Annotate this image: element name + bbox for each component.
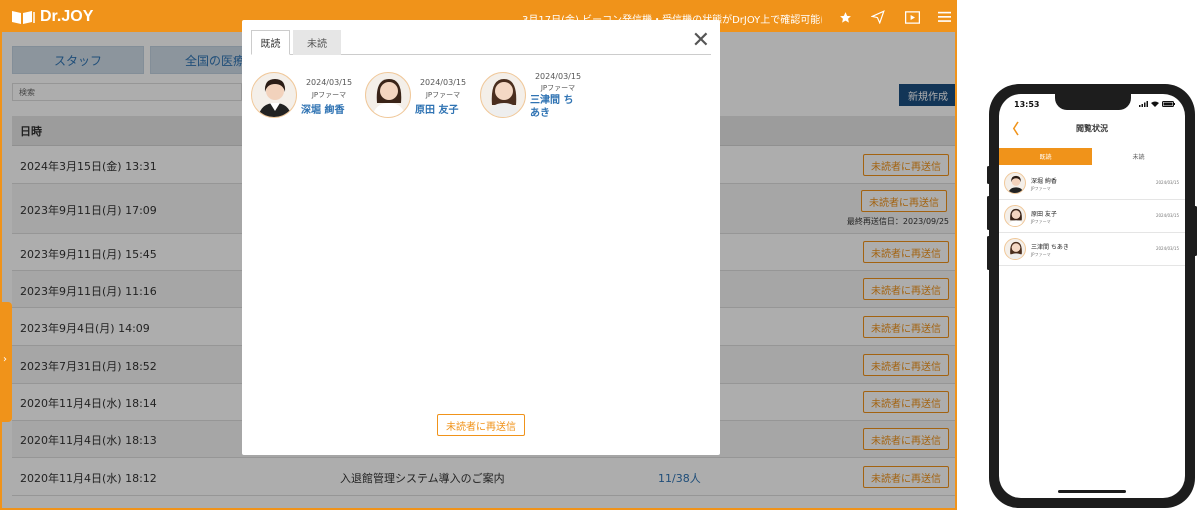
- phone-screen: 13:53 〈 閲覧状況 既読 未読 深堀 絢香 JPファーマ 2024/03/…: [999, 94, 1185, 498]
- reader-name[interactable]: 三津間 ちあき: [530, 94, 582, 120]
- avatar: [251, 72, 297, 118]
- read-date: 2024/03/15: [305, 78, 353, 87]
- tab-unread[interactable]: 未読: [293, 30, 341, 55]
- hamburger-menu-icon[interactable]: [936, 9, 952, 25]
- drjoy-logo[interactable]: Dr.JOY: [10, 7, 93, 27]
- phone-tabs: 既読 未読: [999, 148, 1185, 165]
- screenshot-root: Dr.JOY 3月17日(金) ビーコン発信機・受信機の状態がDrJOY上で確認…: [0, 0, 1200, 510]
- read-date: 2024/03/15: [419, 78, 467, 87]
- reader-name[interactable]: 原田 友子: [415, 101, 473, 116]
- read-status-modal: 既読 未読 ✕ 2024/03/15 JPファーマ 深堀 絢香 2024/03/…: [242, 20, 720, 455]
- tab-read[interactable]: 既読: [999, 148, 1092, 165]
- signal-icon: [1139, 101, 1148, 107]
- phone-side-button: [987, 166, 990, 184]
- phone-side-button: [987, 236, 990, 270]
- logo-text: Dr.JOY: [40, 8, 94, 25]
- chevron-right-icon: ›: [3, 354, 7, 365]
- phone-frame: 13:53 〈 閲覧状況 既読 未読 深堀 絢香 JPファーマ 2024/03/…: [987, 84, 1197, 508]
- phone-notch: [1055, 94, 1131, 110]
- phone-side-button: [987, 196, 990, 230]
- reader-name: 深堀 絢香: [1031, 178, 1057, 185]
- company-name: JPファーマ: [425, 91, 461, 99]
- avatar: [1004, 172, 1026, 194]
- home-indicator[interactable]: [1058, 490, 1126, 493]
- read-date: 2024/03/15: [1155, 246, 1179, 251]
- avatar: [1004, 205, 1026, 227]
- company-name: JPファーマ: [1031, 219, 1051, 224]
- avatar: [1004, 238, 1026, 260]
- tab-unread[interactable]: 未読: [1092, 148, 1185, 165]
- phone-header: 〈 閲覧状況: [999, 118, 1185, 138]
- send-icon[interactable]: [870, 9, 886, 25]
- side-panel-toggle[interactable]: ›: [2, 302, 12, 422]
- reader-card[interactable]: 2024/03/15 JPファーマ 深堀 絢香: [251, 72, 361, 122]
- status-time: 13:53: [1014, 100, 1040, 109]
- reader-name: 原田 友子: [1031, 211, 1057, 218]
- tab-read[interactable]: 既読: [251, 30, 290, 55]
- video-play-icon[interactable]: [904, 9, 920, 25]
- phone-power-button: [1194, 206, 1197, 256]
- reader-card[interactable]: 2024/03/15 JPファーマ 三津間 ちあき: [480, 72, 590, 122]
- read-date: 2024/03/15: [534, 72, 582, 81]
- status-icons: [1139, 101, 1175, 107]
- book-icon: [12, 11, 35, 24]
- reader-card[interactable]: 2024/03/15 JPファーマ 原田 友子: [365, 72, 475, 122]
- resend-unread-button[interactable]: 未読者に再送信: [437, 414, 525, 436]
- company-name: JPファーマ: [311, 91, 347, 99]
- avatar: [480, 72, 526, 118]
- company-name: JPファーマ: [1031, 252, 1051, 257]
- desktop-app-window: Dr.JOY 3月17日(金) ビーコン発信機・受信機の状態がDrJOY上で確認…: [0, 0, 957, 510]
- avatar: [365, 72, 411, 118]
- battery-icon: [1162, 101, 1175, 107]
- list-item[interactable]: 原田 友子 JPファーマ 2024/03/15: [999, 200, 1185, 233]
- reader-name[interactable]: 深堀 絢香: [301, 101, 359, 116]
- list-item[interactable]: 深堀 絢香 JPファーマ 2024/03/15: [999, 167, 1185, 200]
- modal-tabs: 既読 未読: [251, 30, 711, 55]
- wifi-icon: [1151, 101, 1159, 107]
- star-icon[interactable]: [837, 9, 853, 25]
- close-icon[interactable]: ✕: [692, 30, 710, 52]
- reader-name: 三津間 ちあき: [1031, 244, 1069, 251]
- read-date: 2024/03/15: [1155, 213, 1179, 218]
- phone-page-title: 閲覧状況: [1076, 124, 1108, 133]
- company-name: JPファーマ: [540, 84, 576, 92]
- read-date: 2024/03/15: [1155, 180, 1179, 185]
- company-name: JPファーマ: [1031, 186, 1051, 191]
- list-item[interactable]: 三津間 ちあき JPファーマ 2024/03/15: [999, 233, 1185, 266]
